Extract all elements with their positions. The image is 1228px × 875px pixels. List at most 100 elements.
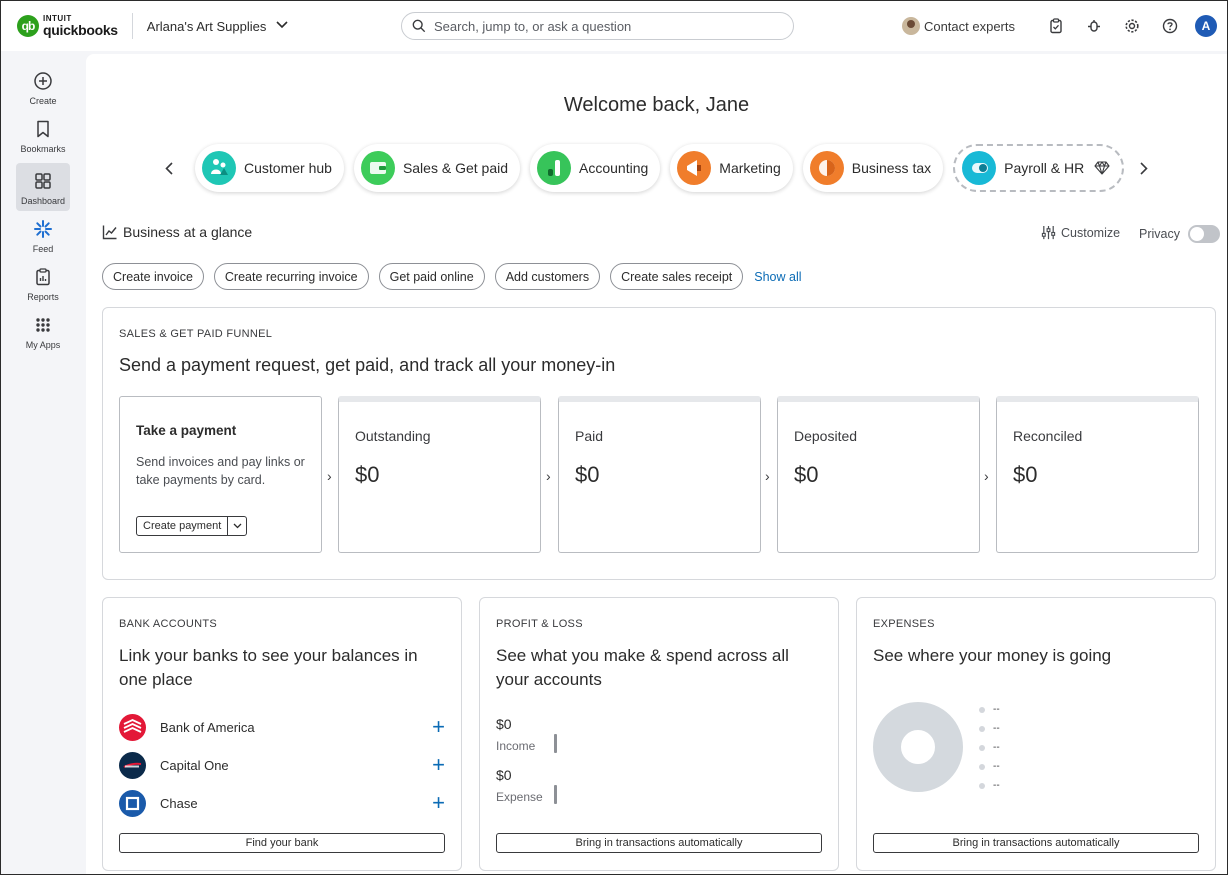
add-bank-plus-icon[interactable]: + [432,754,445,776]
wallet-icon [360,151,395,185]
expenses-eyebrow: EXPENSES [873,618,935,630]
hub-marketing[interactable]: Marketing [670,144,793,192]
feed-icon [16,217,70,241]
hub-payroll-hr[interactable]: Payroll & HR [953,144,1125,192]
sidebar-item-bookmarks[interactable]: Bookmarks [16,111,70,159]
sidebar-label-bookmarks: Bookmarks [20,144,66,154]
company-switcher[interactable]: Arlana's Art Supplies [147,19,289,34]
stage-paid[interactable]: Paid $0 [558,396,761,553]
hub-label-business-tax: Business tax [851,160,932,176]
dashboard-main: Welcome back, Jane Customer hub Sales & … [86,54,1227,874]
bring-in-transactions-button[interactable]: Bring in transactions automatically [873,833,1199,853]
contact-experts-button[interactable]: Contact experts [901,17,1015,35]
stage-label: Paid [575,428,604,444]
expense-label: Expense [496,790,543,804]
welcome-heading: Welcome back, Jane [563,94,750,116]
sidebar-item-feed[interactable]: Feed [16,211,70,259]
chevron-down-icon[interactable] [228,517,246,535]
stage-value: $0 [1013,462,1038,487]
stage-label: Reconciled [1013,428,1083,444]
funnel-title: Send a payment request, get paid, and tr… [119,355,616,375]
legend-label: -- [993,742,1000,753]
glance-title: Business at a glance [123,224,253,240]
user-avatar[interactable]: A [1195,15,1217,37]
stage-reconciled[interactable]: Reconciled $0 [996,396,1199,553]
hub-label-marketing: Marketing [719,160,781,176]
quickbooks-logo[interactable]: qb INTUIT quickbooks [17,15,118,37]
add-bank-plus-icon[interactable]: + [432,716,445,738]
carousel-prev-button[interactable] [161,152,177,184]
business-at-a-glance-heading: Business at a glance [102,224,252,240]
chevron-right-icon: › [765,468,770,484]
hub-label-accounting: Accounting [579,160,649,176]
hub-business-tax[interactable]: Business tax [802,144,944,192]
profit-loss-card: PROFIT & LOSS See what you make & spend … [479,597,839,871]
bookmark-icon [16,117,70,141]
sidebar-item-create[interactable]: Create [16,63,70,111]
add-bank-plus-icon[interactable]: + [432,792,445,814]
create-invoice-button[interactable]: Create invoice [102,263,204,290]
sliders-icon [1041,225,1056,240]
company-name: Arlana's Art Supplies [146,18,267,34]
top-bar: qb INTUIT quickbooks Arlana's Art Suppli… [1,1,1227,51]
hub-label-sales: Sales & Get paid [402,160,508,176]
expert-avatar [901,17,920,35]
sidebar-item-dashboard[interactable]: Dashboard [16,163,70,211]
legend-dot [979,763,985,770]
stage-value: $0 [575,462,600,487]
tasks-icon[interactable] [1046,16,1066,36]
customer-hub-icon [202,151,236,185]
header-divider [131,13,133,39]
payroll-icon [962,151,997,185]
legend-label: -- [993,761,1000,772]
legend-label: -- [993,704,1000,715]
sidebar-item-my-apps[interactable]: My Apps [16,307,70,355]
show-all-link[interactable]: Show all [754,270,801,284]
take-payment-title: Take a payment [136,423,237,438]
chevron-down-icon [276,20,288,32]
brand-name-text: quickbooks [43,22,118,38]
profit-loss-eyebrow: PROFIT & LOSS [496,618,583,630]
profit-loss-title: See what you make & spend across all you… [496,646,789,689]
hub-accounting[interactable]: Accounting [530,144,661,192]
hub-label-customer: Customer hub [244,160,332,176]
sidebar-label-reports: Reports [27,292,59,302]
legend-item: -- [979,780,1000,791]
reports-icon [16,265,70,289]
stage-outstanding[interactable]: Outstanding $0 [338,396,541,553]
bring-in-transactions-button[interactable]: Bring in transactions automatically [496,833,822,853]
help-icon[interactable] [1160,16,1180,36]
bank-accounts-card: BANK ACCOUNTS Link your banks to see you… [102,597,462,871]
create-payment-label[interactable]: Create payment [137,517,229,535]
stage-deposited[interactable]: Deposited $0 [777,396,980,553]
dashboard-icon [16,169,70,193]
bank-row-bank-of-america: Bank of America + [119,713,445,741]
sidebar-item-reports[interactable]: Reports [16,259,70,307]
get-paid-online-button[interactable]: Get paid online [378,263,485,290]
legend-dot [979,725,985,732]
apps-grid-icon [16,313,70,337]
chevron-left-icon [165,161,173,175]
chevron-right-icon: › [546,468,551,484]
privacy-toggle[interactable] [1187,225,1220,243]
global-search[interactable] [401,12,794,40]
bank-name: Chase [160,795,198,811]
hub-customer[interactable]: Customer hub [195,144,344,192]
hub-sales-get-paid[interactable]: Sales & Get paid [353,144,520,192]
legend-item: -- [979,723,1000,734]
gear-icon[interactable] [1122,16,1142,36]
search-input[interactable] [434,18,774,34]
diamond-icon [1094,161,1110,175]
hub-carousel: Customer hub Sales & Get paid Accounting… [161,144,1152,192]
add-customers-button[interactable]: Add customers [494,263,601,290]
create-sales-receipt-button[interactable]: Create sales receipt [610,263,744,290]
stage-value: $0 [355,462,380,487]
create-recurring-invoice-button[interactable]: Create recurring invoice [213,263,369,290]
carousel-next-button[interactable] [1136,152,1152,184]
find-your-bank-button[interactable]: Find your bank [119,833,445,853]
take-payment-description: Send invoices and pay links or take paym… [136,455,305,487]
create-payment-split-button[interactable]: Create payment [136,516,248,536]
customize-button[interactable]: Customize [1041,225,1120,240]
chase-logo-icon [119,789,146,817]
bug-feedback-icon[interactable] [1084,16,1104,36]
